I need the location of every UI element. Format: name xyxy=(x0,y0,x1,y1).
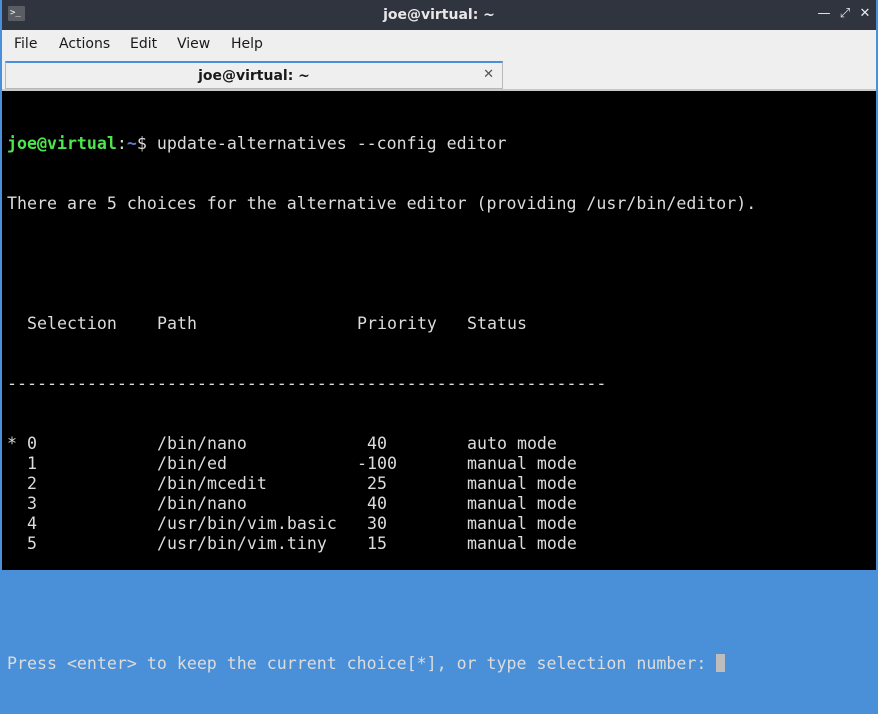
table-row: 4/usr/bin/vim.basic 30 manual mode xyxy=(7,514,876,534)
row-path: /bin/ed xyxy=(157,454,227,473)
input-prompt: Press <enter> to keep the current choice… xyxy=(7,654,717,673)
row-selection: 1 xyxy=(27,454,37,473)
row-status: manual mode xyxy=(467,494,577,513)
row-priority: 30 xyxy=(367,514,387,533)
table-header: Selection Path Priority Status xyxy=(7,314,876,334)
table-row: 3/bin/nano 40 manual mode xyxy=(7,494,876,514)
tab-bar: joe@virtual: ~ ✕ xyxy=(2,59,876,91)
row-path: /usr/bin/vim.basic xyxy=(157,514,337,533)
menu-bar: File Actions Edit View Help xyxy=(2,30,876,59)
row-selection: 4 xyxy=(27,514,37,533)
table-row: 1/bin/ed -100 manual mode xyxy=(7,454,876,474)
text-cursor xyxy=(716,654,726,672)
row-status: manual mode xyxy=(467,454,577,473)
tab-terminal[interactable]: joe@virtual: ~ ✕ xyxy=(5,61,503,89)
menu-file[interactable]: File xyxy=(14,30,37,59)
row-priority: 15 xyxy=(367,534,387,553)
row-path: /usr/bin/vim.tiny xyxy=(157,534,327,553)
header-selection: Selection xyxy=(7,314,117,333)
close-icon[interactable]: ✕ xyxy=(857,6,873,22)
menu-actions[interactable]: Actions xyxy=(59,30,110,59)
terminal-output[interactable]: joe@virtual:~$ update-alternatives --con… xyxy=(2,93,876,673)
header-path: Path xyxy=(157,314,197,333)
row-priority: 40 xyxy=(367,434,387,453)
row-marker: * xyxy=(7,434,17,453)
row-status: auto mode xyxy=(467,434,557,453)
command-text: update-alternatives --config editor xyxy=(156,134,507,153)
row-marker xyxy=(7,534,27,554)
intro-text: There are 5 choices for the alternative … xyxy=(7,194,757,213)
row-path: /bin/nano xyxy=(157,494,247,513)
row-status: manual mode xyxy=(467,514,577,533)
menu-edit[interactable]: Edit xyxy=(130,30,157,59)
title-bar[interactable]: >_ joe@virtual: ~ — ⤢ ✕ xyxy=(2,0,876,30)
input-prompt-line[interactable]: Press <enter> to keep the current choice… xyxy=(7,654,876,674)
row-selection: 3 xyxy=(27,494,37,513)
row-path: /bin/nano xyxy=(157,434,247,453)
table-separator: ----------------------------------------… xyxy=(7,374,607,393)
command-line: joe@virtual:~$ update-alternatives --con… xyxy=(7,134,876,154)
terminal-window: >_ joe@virtual: ~ — ⤢ ✕ File Actions Edi… xyxy=(0,0,878,673)
row-priority: 25 xyxy=(367,474,387,493)
row-marker xyxy=(7,514,27,534)
menu-view[interactable]: View xyxy=(177,30,210,59)
prompt-symbol: $ xyxy=(136,134,157,153)
row-status: manual mode xyxy=(467,534,577,553)
header-priority: Priority xyxy=(357,314,437,333)
header-status: Status xyxy=(467,314,527,333)
prompt-user: joe@virtual xyxy=(7,134,117,153)
prompt-separator: : xyxy=(116,134,127,153)
table-row: * 0/bin/nano 40 auto mode xyxy=(7,434,876,454)
row-priority: -100 xyxy=(357,454,397,473)
row-marker xyxy=(7,494,27,514)
maximize-icon[interactable]: ⤢ xyxy=(837,6,853,22)
tab-title: joe@virtual: ~ xyxy=(198,68,310,84)
row-marker xyxy=(7,474,27,494)
menu-help[interactable]: Help xyxy=(231,30,263,59)
table-row: 2/bin/mcedit 25 manual mode xyxy=(7,474,876,494)
row-selection: 0 xyxy=(27,434,37,453)
tab-close-icon[interactable]: ✕ xyxy=(483,66,494,84)
row-path: /bin/mcedit xyxy=(157,474,267,493)
prompt-path: ~ xyxy=(126,134,137,153)
row-priority: 40 xyxy=(367,494,387,513)
row-selection: 2 xyxy=(27,474,37,493)
row-status: manual mode xyxy=(467,474,577,493)
row-marker xyxy=(7,454,27,474)
row-selection: 5 xyxy=(27,534,37,553)
table-row: 5/usr/bin/vim.tiny 15 manual mode xyxy=(7,534,876,554)
minimize-icon[interactable]: — xyxy=(816,6,832,22)
window-title: joe@virtual: ~ xyxy=(383,7,495,23)
